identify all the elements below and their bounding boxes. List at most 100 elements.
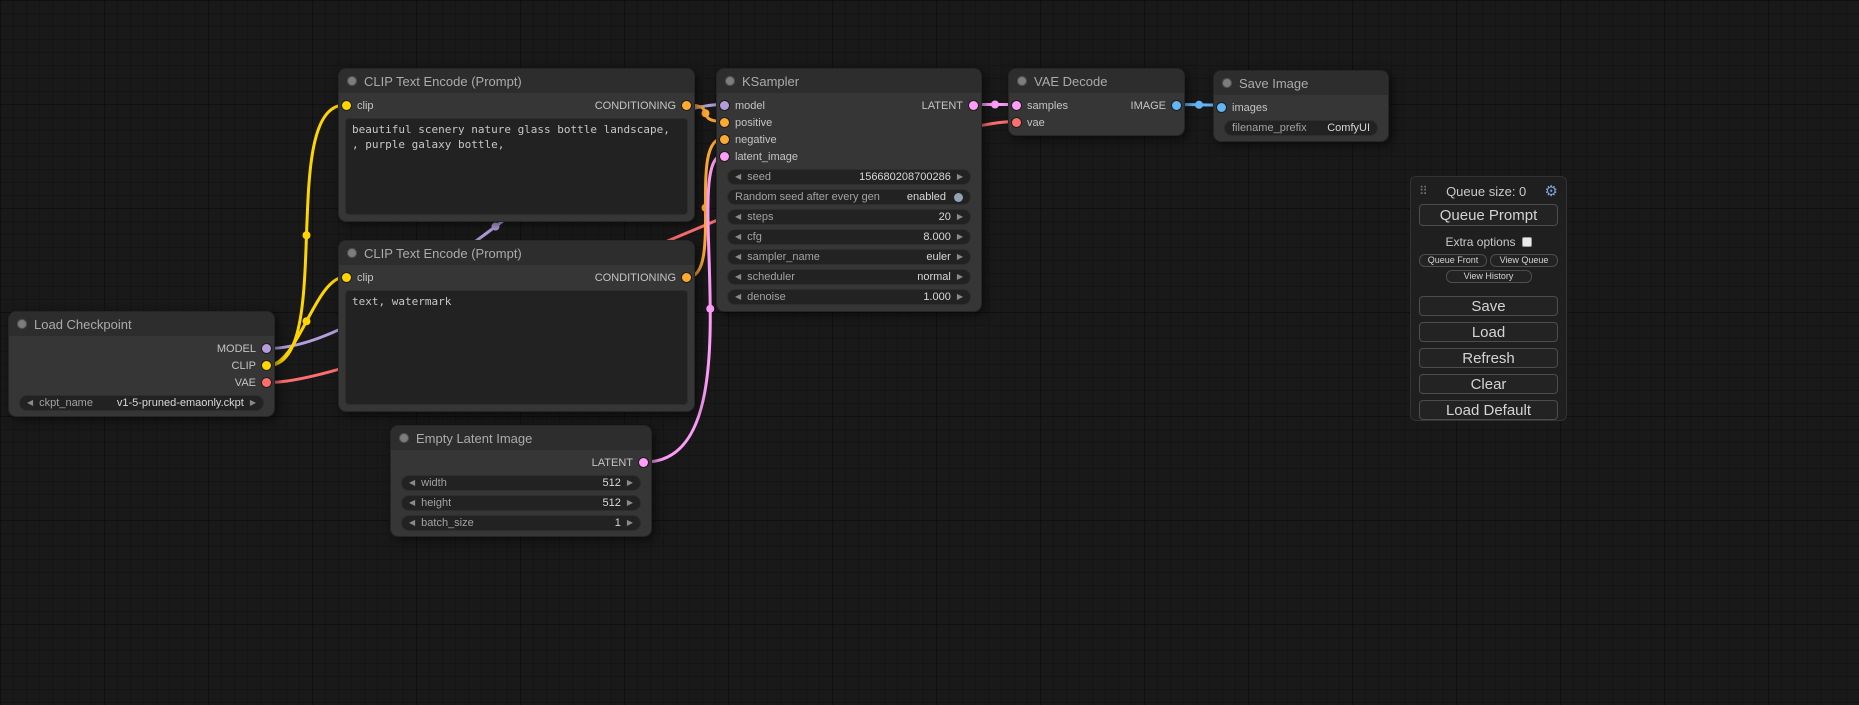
widget-batch-size[interactable]: ◀ batch_size 1 ▶ xyxy=(401,515,641,531)
widget-ckpt-name[interactable]: ◀ ckpt_name v1-5-pruned-emaonly.ckpt ▶ xyxy=(19,395,264,411)
view-history-button[interactable]: View History xyxy=(1446,270,1532,283)
node-title-bar[interactable]: Save Image xyxy=(1214,71,1388,95)
input-port-positive[interactable] xyxy=(720,118,729,127)
collapse-dot[interactable] xyxy=(1017,76,1027,86)
output-port-conditioning[interactable] xyxy=(682,101,691,110)
output-port-clip[interactable] xyxy=(262,361,271,370)
output-label-conditioning: CONDITIONING xyxy=(595,272,676,284)
collapse-dot[interactable] xyxy=(17,319,27,329)
widget-steps[interactable]: ◀ steps 20 ▶ xyxy=(727,209,971,225)
input-label-negative: negative xyxy=(735,134,777,146)
collapse-dot[interactable] xyxy=(1222,78,1232,88)
decrement-arrow-icon[interactable]: ◀ xyxy=(409,479,415,487)
widget-sampler-name[interactable]: ◀ sampler_name euler ▶ xyxy=(727,249,971,265)
widget-denoise[interactable]: ◀ denoise 1.000 ▶ xyxy=(727,289,971,305)
widget-control-after-generate[interactable]: Random seed after every gen enabled xyxy=(727,189,971,205)
input-port-samples[interactable] xyxy=(1012,101,1021,110)
input-port-vae[interactable] xyxy=(1012,118,1021,127)
increment-arrow-icon[interactable]: ▶ xyxy=(957,173,963,181)
decrement-arrow-icon[interactable]: ◀ xyxy=(735,293,741,301)
input-port-negative[interactable] xyxy=(720,135,729,144)
widget-width[interactable]: ◀ width 512 ▶ xyxy=(401,475,641,491)
output-port-latent[interactable] xyxy=(969,101,978,110)
drag-handle-icon[interactable]: ⠿ xyxy=(1419,184,1428,198)
input-label-clip: clip xyxy=(357,100,374,112)
increment-arrow-icon[interactable]: ▶ xyxy=(627,519,633,527)
input-port-latent-image[interactable] xyxy=(720,152,729,161)
increment-arrow-icon[interactable]: ▶ xyxy=(627,499,633,507)
node-title-bar[interactable]: VAE Decode xyxy=(1009,69,1184,93)
widget-scheduler[interactable]: ◀ scheduler normal ▶ xyxy=(727,269,971,285)
output-port-conditioning[interactable] xyxy=(682,273,691,282)
widget-label: Random seed after every gen xyxy=(735,191,880,203)
input-label-latent-image: latent_image xyxy=(735,151,798,163)
prompt-textarea[interactable]: text, watermark xyxy=(345,290,688,405)
node-graph-canvas[interactable]: Load Checkpoint MODEL CLIP VAE ◀ ckpt_na… xyxy=(0,0,1859,705)
extra-options-label: Extra options xyxy=(1445,235,1515,249)
widget-cfg[interactable]: ◀ cfg 8.000 ▶ xyxy=(727,229,971,245)
node-title-bar[interactable]: KSampler xyxy=(717,69,981,93)
toggle-dot[interactable] xyxy=(954,193,963,202)
node-title-bar[interactable]: CLIP Text Encode (Prompt) xyxy=(339,69,694,93)
output-port-vae[interactable] xyxy=(262,378,271,387)
widget-height[interactable]: ◀ height 512 ▶ xyxy=(401,495,641,511)
node-empty-latent-image[interactable]: Empty Latent Image LATENT ◀ width 512 ▶ … xyxy=(390,425,652,537)
collapse-dot[interactable] xyxy=(347,248,357,258)
decrement-arrow-icon[interactable]: ◀ xyxy=(735,253,741,261)
node-vae-decode[interactable]: VAE Decode samples IMAGE vae xyxy=(1008,68,1185,136)
input-port-clip[interactable] xyxy=(342,273,351,282)
save-button[interactable]: Save xyxy=(1419,296,1558,316)
refresh-button[interactable]: Refresh xyxy=(1419,348,1558,368)
decrement-arrow-icon[interactable]: ◀ xyxy=(735,233,741,241)
decrement-arrow-icon[interactable]: ◀ xyxy=(735,273,741,281)
node-load-checkpoint[interactable]: Load Checkpoint MODEL CLIP VAE ◀ ckpt_na… xyxy=(8,311,275,417)
node-clip-text-encode-negative[interactable]: CLIP Text Encode (Prompt) clip CONDITION… xyxy=(338,240,695,412)
increment-arrow-icon[interactable]: ▶ xyxy=(957,273,963,281)
decrement-arrow-icon[interactable]: ◀ xyxy=(27,399,33,407)
widget-seed[interactable]: ◀ seed 156680208700286 ▶ xyxy=(727,169,971,185)
decrement-arrow-icon[interactable]: ◀ xyxy=(735,213,741,221)
node-title-bar[interactable]: Empty Latent Image xyxy=(391,426,651,450)
output-port-model[interactable] xyxy=(262,344,271,353)
increment-arrow-icon[interactable]: ▶ xyxy=(957,233,963,241)
prompt-textarea[interactable]: beautiful scenery nature glass bottle la… xyxy=(345,118,688,215)
load-button[interactable]: Load xyxy=(1419,322,1558,342)
node-title-bar[interactable]: Load Checkpoint xyxy=(9,312,274,336)
collapse-dot[interactable] xyxy=(725,76,735,86)
increment-arrow-icon[interactable]: ▶ xyxy=(957,213,963,221)
input-port-images[interactable] xyxy=(1217,103,1226,112)
node-clip-text-encode-positive[interactable]: CLIP Text Encode (Prompt) clip CONDITION… xyxy=(338,68,695,222)
increment-arrow-icon[interactable]: ▶ xyxy=(957,253,963,261)
view-queue-button[interactable]: View Queue xyxy=(1490,254,1558,267)
collapse-dot[interactable] xyxy=(399,433,409,443)
output-port-latent[interactable] xyxy=(639,458,648,467)
output-label-image: IMAGE xyxy=(1131,100,1166,112)
queue-front-button[interactable]: Queue Front xyxy=(1419,254,1487,267)
decrement-arrow-icon[interactable]: ◀ xyxy=(735,173,741,181)
input-port-clip[interactable] xyxy=(342,101,351,110)
output-label-conditioning: CONDITIONING xyxy=(595,100,676,112)
decrement-arrow-icon[interactable]: ◀ xyxy=(409,499,415,507)
extra-options-checkbox[interactable] xyxy=(1522,237,1532,247)
clear-button[interactable]: Clear xyxy=(1419,374,1558,394)
queue-prompt-button[interactable]: Queue Prompt xyxy=(1419,204,1558,226)
widget-filename-prefix[interactable]: filename_prefix ComfyUI xyxy=(1224,120,1378,136)
increment-arrow-icon[interactable]: ▶ xyxy=(957,293,963,301)
decrement-arrow-icon[interactable]: ◀ xyxy=(409,519,415,527)
node-ksampler[interactable]: KSampler model LATENT positive negative xyxy=(716,68,982,312)
settings-gear-icon[interactable]: ⚙ xyxy=(1545,184,1558,199)
output-port-image[interactable] xyxy=(1172,101,1181,110)
widget-value: normal xyxy=(917,271,951,283)
collapse-dot[interactable] xyxy=(347,76,357,86)
input-port-model[interactable] xyxy=(720,101,729,110)
widget-value: ComfyUI xyxy=(1327,122,1370,134)
node-title-bar[interactable]: CLIP Text Encode (Prompt) xyxy=(339,241,694,265)
increment-arrow-icon[interactable]: ▶ xyxy=(627,479,633,487)
load-default-button[interactable]: Load Default xyxy=(1419,400,1558,420)
node-title: Empty Latent Image xyxy=(416,431,532,446)
widget-label: steps xyxy=(747,211,773,223)
input-label-images: images xyxy=(1232,102,1267,114)
widget-label: scheduler xyxy=(747,271,795,283)
node-save-image[interactable]: Save Image images filename_prefix ComfyU… xyxy=(1213,70,1389,142)
increment-arrow-icon[interactable]: ▶ xyxy=(250,399,256,407)
